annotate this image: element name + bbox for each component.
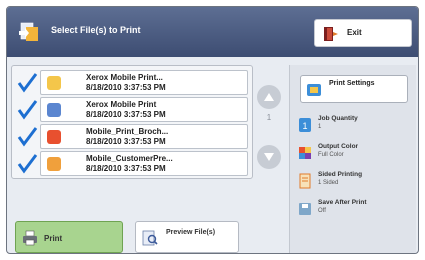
preview-files-button[interactable]: Preview File(s) <box>135 221 239 253</box>
presentation-icon <box>47 157 61 171</box>
print-settings-label: Print Settings <box>329 80 375 87</box>
exit-icon <box>324 27 338 41</box>
list-scroll-controls: 1 <box>253 79 283 175</box>
options-panel: Print Settings 1 Job Quantity 1 Output C… <box>289 65 416 253</box>
file-item[interactable]: Mobile_Print_Broch... 8/18/2010 3:37:53 … <box>40 124 248 149</box>
select-files-icon <box>19 22 38 41</box>
file-row[interactable]: Xerox Mobile Print 8/18/2010 3:37:53 PM <box>16 97 248 122</box>
chevron-up-icon <box>264 93 274 101</box>
file-item[interactable]: Xerox Mobile Print 8/18/2010 3:37:53 PM <box>40 97 248 122</box>
printer-icon <box>23 230 37 246</box>
option-label: Sided Printing <box>318 171 363 178</box>
folder-icon <box>47 76 61 90</box>
file-date: 8/18/2010 3:37:53 PM <box>86 137 166 146</box>
sided-icon <box>299 173 311 189</box>
page-title: Select File(s) to Print <box>51 25 141 35</box>
pdf-icon <box>47 130 61 144</box>
svg-text:1: 1 <box>302 121 307 131</box>
file-row[interactable]: Xerox Mobile Print... 8/18/2010 3:37:53 … <box>16 70 248 95</box>
file-name: Xerox Mobile Print... <box>86 73 163 82</box>
file-date: 8/18/2010 3:37:53 PM <box>86 164 166 173</box>
page-indicator: 1 <box>266 113 272 122</box>
chevron-down-icon <box>264 153 274 161</box>
option-label: Job Quantity <box>318 115 358 122</box>
preview-icon <box>142 230 158 246</box>
file-date: 8/18/2010 3:37:53 PM <box>86 83 166 92</box>
exit-button[interactable]: Exit <box>314 19 412 47</box>
option-sided-printing[interactable]: Sided Printing 1 Sided <box>298 171 413 195</box>
file-item[interactable]: Mobile_CustomerPre... 8/18/2010 3:37:53 … <box>40 151 248 176</box>
option-output-color[interactable]: Output Color Full Color <box>298 143 413 167</box>
file-row[interactable]: Mobile_CustomerPre... 8/18/2010 3:37:53 … <box>16 151 248 176</box>
header-bar: Select File(s) to Print Exit <box>7 7 418 57</box>
exit-label: Exit <box>347 28 362 37</box>
print-settings-button[interactable]: Print Settings <box>300 75 408 103</box>
print-screen: Select File(s) to Print Exit Xerox Mobil… <box>6 6 419 254</box>
file-item[interactable]: Xerox Mobile Print... 8/18/2010 3:37:53 … <box>40 70 248 95</box>
document-icon <box>47 103 61 117</box>
print-settings-icon <box>307 84 321 96</box>
file-list: Xerox Mobile Print... 8/18/2010 3:37:53 … <box>11 65 253 179</box>
quantity-icon: 1 <box>299 118 311 132</box>
option-job-quantity[interactable]: 1 Job Quantity 1 <box>298 115 413 139</box>
scroll-down-button[interactable] <box>257 145 281 169</box>
option-value: 1 <box>318 124 322 130</box>
option-label: Save After Print <box>318 199 367 206</box>
option-value: Off <box>318 208 326 214</box>
checkbox-checked-icon[interactable] <box>16 72 38 94</box>
checkbox-checked-icon[interactable] <box>16 99 38 121</box>
file-row[interactable]: Mobile_Print_Broch... 8/18/2010 3:37:53 … <box>16 124 248 149</box>
print-label: Print <box>44 234 63 243</box>
scroll-up-button[interactable] <box>257 85 281 109</box>
file-name: Mobile_Print_Broch... <box>86 127 169 136</box>
file-date: 8/18/2010 3:37:53 PM <box>86 110 166 119</box>
option-value: Full Color <box>318 152 344 158</box>
checkbox-checked-icon[interactable] <box>16 153 38 175</box>
print-button[interactable]: Print <box>15 221 123 253</box>
file-name: Mobile_CustomerPre... <box>86 154 173 163</box>
preview-label: Preview File(s) <box>166 229 216 236</box>
file-name: Xerox Mobile Print <box>86 100 157 109</box>
checkbox-checked-icon[interactable] <box>16 126 38 148</box>
color-icon <box>299 147 311 159</box>
save-icon <box>299 203 311 215</box>
option-save-after-print[interactable]: Save After Print Off <box>298 199 413 223</box>
option-label: Output Color <box>318 143 359 150</box>
option-value: 1 Sided <box>318 180 339 186</box>
